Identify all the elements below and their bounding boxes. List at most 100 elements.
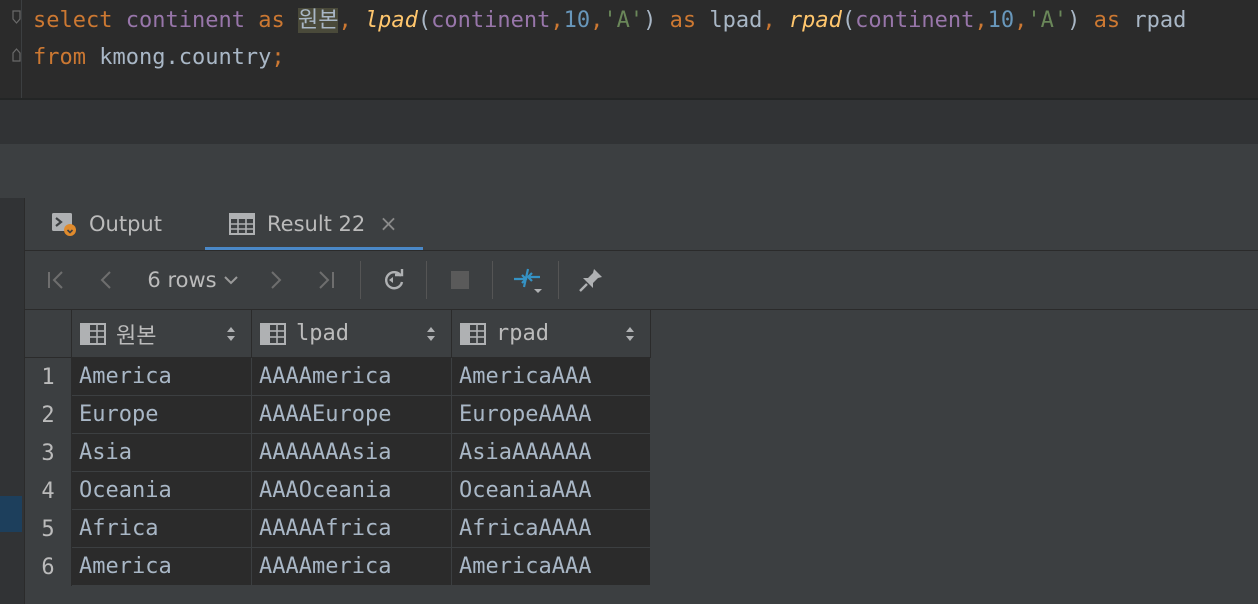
row-number: 4 xyxy=(25,472,72,510)
tab-result-label: Result 22 xyxy=(267,212,366,236)
compare-arrows-icon[interactable] xyxy=(507,251,547,309)
row-number: 2 xyxy=(25,396,72,434)
table-row[interactable]: 2 Europe AAAAEurope EuropeAAAA xyxy=(25,396,651,434)
table-cell[interactable]: AmericaAAA xyxy=(452,358,651,396)
tab-output-label: Output xyxy=(89,212,162,236)
column-header-label: rpad xyxy=(496,321,549,346)
column-header-original[interactable]: 원본 xyxy=(72,310,252,358)
table-cell[interactable]: America xyxy=(72,358,252,396)
semicolon: ; xyxy=(271,45,285,70)
table-cell[interactable]: AAAAEurope xyxy=(252,396,452,434)
table-row[interactable]: 4 Oceania AAAOceania OceaniaAAA xyxy=(25,472,651,510)
table-cell[interactable]: America xyxy=(72,548,252,586)
next-page-icon[interactable] xyxy=(259,251,293,309)
keyword-select: select xyxy=(33,8,113,33)
result-toolbar: 6 rows xyxy=(25,251,1258,310)
previous-page-icon[interactable] xyxy=(89,251,123,309)
sort-icon[interactable] xyxy=(425,325,437,347)
first-page-icon[interactable] xyxy=(39,251,73,309)
last-page-icon[interactable] xyxy=(309,251,343,309)
table-cell[interactable]: Africa xyxy=(72,510,252,548)
toolbar-separator xyxy=(426,261,427,299)
table-cell[interactable]: AAAOceania xyxy=(252,472,452,510)
close-tab-icon[interactable]: × xyxy=(379,212,397,237)
comma: , xyxy=(550,8,564,33)
column-icon xyxy=(80,322,106,345)
table-name: kmong.country xyxy=(99,45,272,70)
function-rpad: rpad xyxy=(788,8,842,33)
table-cell[interactable]: Oceania xyxy=(72,472,252,510)
table-icon xyxy=(229,213,255,235)
string-literal: 'A' xyxy=(1027,8,1068,33)
keyword-as: as xyxy=(258,8,285,33)
comma: , xyxy=(974,8,988,33)
table-row[interactable]: 6 America AAAAmerica AmericaAAA xyxy=(25,548,651,586)
table-row[interactable]: 3 Asia AAAAAAAsia AsiaAAAAAA xyxy=(25,434,651,472)
column-header-lpad[interactable]: lpad xyxy=(252,310,452,358)
console-output-icon xyxy=(51,211,77,237)
table-cell[interactable]: AAAAAfrica xyxy=(252,510,452,548)
selected-session-marker[interactable] xyxy=(0,496,22,532)
table-cell[interactable]: Asia xyxy=(72,434,252,472)
column-header-label: lpad xyxy=(296,321,349,346)
column-header-rpad[interactable]: rpad xyxy=(452,310,651,358)
keyword-from: from xyxy=(33,45,86,70)
column-continent-arg: continent xyxy=(855,8,975,33)
paren-open: ( xyxy=(841,8,856,33)
column-icon xyxy=(460,322,486,345)
services-panel: Output Result 22 × 6 rows 원본 lpad rpad 1… xyxy=(0,198,1258,604)
column-continent: continent xyxy=(125,8,245,33)
table-cell[interactable]: AAAAmerica xyxy=(252,358,452,396)
comma: , xyxy=(1014,8,1028,33)
pin-tab-icon[interactable] xyxy=(571,251,611,309)
sort-icon[interactable] xyxy=(624,325,636,347)
code-line-2[interactable]: from kmong.country; xyxy=(33,43,285,73)
panel-splitter[interactable] xyxy=(0,144,1258,198)
tab-output[interactable]: Output xyxy=(51,198,162,250)
column-header-label: 원본 xyxy=(116,323,157,349)
rows-count-label: 6 rows xyxy=(147,268,217,292)
rows-count-dropdown[interactable]: 6 rows xyxy=(143,251,243,309)
table-cell[interactable]: AfricaAAAA xyxy=(452,510,651,548)
table-row[interactable]: 1 America AAAAmerica AmericaAAA xyxy=(25,358,651,396)
alias-rpad: rpad xyxy=(1133,8,1187,33)
row-number-header xyxy=(25,310,72,358)
column-icon xyxy=(260,322,286,345)
result-grid[interactable]: 원본 lpad rpad 1 America AAAAmerica Americ… xyxy=(25,310,651,588)
table-cell[interactable]: OceaniaAAA xyxy=(452,472,651,510)
fold-end-icon[interactable] xyxy=(12,48,21,62)
function-lpad: lpad xyxy=(364,8,418,33)
stop-icon[interactable] xyxy=(441,251,479,309)
keyword-as: as xyxy=(1093,8,1121,33)
toolbar-separator xyxy=(492,261,493,299)
tab-result-22[interactable]: Result 22 × xyxy=(205,198,423,250)
row-number: 3 xyxy=(25,434,72,472)
table-cell[interactable]: Europe xyxy=(72,396,252,434)
number-literal: 10 xyxy=(563,8,591,33)
table-row[interactable]: 5 Africa AAAAAfrica AfricaAAAA xyxy=(25,510,651,548)
number-literal: 10 xyxy=(987,8,1015,33)
table-cell[interactable]: AsiaAAAAAA xyxy=(452,434,651,472)
editor-bottom-band xyxy=(0,100,1258,144)
code-line-1[interactable]: select continent as 원본, lpad(continent,1… xyxy=(33,6,1186,36)
table-cell[interactable]: AmericaAAA xyxy=(452,548,651,586)
side-strip xyxy=(0,198,25,604)
active-tab-indicator xyxy=(205,247,423,250)
string-literal: 'A' xyxy=(603,8,644,33)
row-number: 6 xyxy=(25,548,72,586)
paren-close: ) xyxy=(1067,8,1081,33)
alias-original: 원본 xyxy=(297,8,339,33)
row-number: 1 xyxy=(25,358,72,396)
toolbar-separator xyxy=(558,261,559,299)
table-cell[interactable]: AAAAmerica xyxy=(252,548,452,586)
table-cell[interactable]: AAAAAAAsia xyxy=(252,434,452,472)
comma: , xyxy=(762,8,776,33)
table-cell[interactable]: EuropeAAAA xyxy=(452,396,651,434)
refresh-icon[interactable] xyxy=(375,251,413,309)
sql-editor[interactable]: select continent as 원본, lpad(continent,1… xyxy=(0,0,1258,98)
sort-icon[interactable] xyxy=(225,325,237,347)
paren-close: ) xyxy=(643,8,657,33)
toolbar-separator xyxy=(360,261,361,299)
fold-start-icon[interactable] xyxy=(12,10,21,24)
column-continent-arg: continent xyxy=(431,8,551,33)
